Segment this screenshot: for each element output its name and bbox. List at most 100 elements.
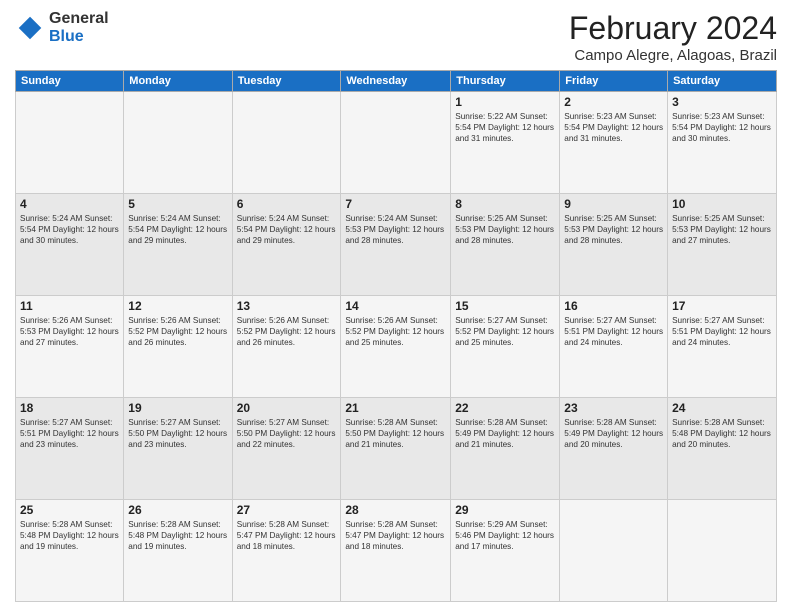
header: General Blue February 2024 Campo Alegre,… — [15, 10, 777, 64]
day-info: Sunrise: 5:28 AM Sunset: 5:47 PM Dayligh… — [237, 519, 337, 552]
day-number: 10 — [672, 197, 772, 211]
day-info: Sunrise: 5:28 AM Sunset: 5:48 PM Dayligh… — [20, 519, 119, 552]
calendar-cell: 28Sunrise: 5:28 AM Sunset: 5:47 PM Dayli… — [341, 500, 451, 602]
calendar-cell — [124, 92, 232, 194]
day-number: 22 — [455, 401, 555, 415]
logo: General Blue — [15, 10, 109, 46]
day-info: Sunrise: 5:27 AM Sunset: 5:50 PM Dayligh… — [237, 417, 337, 450]
day-info: Sunrise: 5:24 AM Sunset: 5:54 PM Dayligh… — [237, 213, 337, 246]
calendar-cell: 14 Sunrise: 5:26 AM Sunset: 5:52 PM Dayli… — [341, 296, 451, 398]
logo-blue-text: Blue — [49, 28, 84, 45]
calendar-cell: 7 Sunrise: 5:24 AM Sunset: 5:53 PM Daylig… — [341, 194, 451, 296]
day-info: Sunrise: 5:25 AM Sunset: 5:53 PM Dayligh… — [455, 213, 555, 246]
calendar-cell: 9 Sunrise: 5:25 AM Sunset: 5:53 PM Daylig… — [560, 194, 668, 296]
calendar-cell: 10Sunrise: 5:25 AM Sunset: 5:53 PM Dayli… — [668, 194, 777, 296]
day-number: 18 — [20, 401, 119, 415]
calendar-table: SundayMondayTuesdayWednesdayThursdayFrid… — [15, 70, 777, 602]
day-number: 17 — [672, 299, 772, 313]
calendar-cell: 21 Sunrise: 5:28 AM Sunset: 5:50 PM Dayli… — [341, 398, 451, 500]
weekday-header: Sunday — [16, 71, 124, 92]
calendar-cell: 6 Sunrise: 5:24 AM Sunset: 5:54 PM Daylig… — [232, 194, 341, 296]
day-info: Sunrise: 5:26 AM Sunset: 5:52 PM Dayligh… — [237, 315, 337, 348]
calendar-cell: 2 Sunrise: 5:23 AM Sunset: 5:54 PM Daylig… — [560, 92, 668, 194]
calendar-cell: 25 Sunrise: 5:28 AM Sunset: 5:48 PM Dayli… — [16, 500, 124, 602]
weekday-header: Saturday — [668, 71, 777, 92]
day-number: 15 — [455, 299, 555, 313]
weekday-header: Wednesday — [341, 71, 451, 92]
calendar-cell: 4 Sunrise: 5:24 AM Sunset: 5:54 PM Daylig… — [16, 194, 124, 296]
calendar-cell: 12 Sunrise: 5:26 AM Sunset: 5:52 PM Dayli… — [124, 296, 232, 398]
calendar-cell: 20 Sunrise: 5:27 AM Sunset: 5:50 PM Dayli… — [232, 398, 341, 500]
day-info: Sunrise: 5:27 AM Sunset: 5:51 PM Dayligh… — [672, 315, 772, 348]
calendar-cell: 27 Sunrise: 5:28 AM Sunset: 5:47 PM Dayli… — [232, 500, 341, 602]
weekday-header: Monday — [124, 71, 232, 92]
calendar-cell: 17 Sunrise: 5:27 AM Sunset: 5:51 PM Dayli… — [668, 296, 777, 398]
weekday-header: Thursday — [451, 71, 560, 92]
day-number: 1 — [455, 95, 555, 109]
calendar-cell — [668, 500, 777, 602]
calendar-cell: 19 Sunrise: 5:27 AM Sunset: 5:50 PM Dayli… — [124, 398, 232, 500]
logo-general-text: General — [49, 10, 109, 27]
day-number: 13 — [237, 299, 337, 313]
day-info: Sunrise: 5:24 AM Sunset: 5:54 PM Dayligh… — [20, 213, 119, 246]
day-number: 5 — [128, 197, 227, 211]
day-info: Sunrise: 5:26 AM Sunset: 5:52 PM Dayligh… — [345, 315, 446, 348]
day-info: Sunrise: 5:24 AM Sunset: 5:53 PM Dayligh… — [345, 213, 446, 246]
calendar-cell: 15 Sunrise: 5:27 AM Sunset: 5:52 PM Dayli… — [451, 296, 560, 398]
day-info: Sunrise: 5:27 AM Sunset: 5:52 PM Dayligh… — [455, 315, 555, 348]
day-number: 21 — [345, 401, 446, 415]
location: Campo Alegre, Alagoas, Brazil — [569, 47, 777, 64]
day-info: Sunrise: 5:27 AM Sunset: 5:51 PM Dayligh… — [20, 417, 119, 450]
calendar-cell: 26 Sunrise: 5:28 AM Sunset: 5:48 PM Dayli… — [124, 500, 232, 602]
title-block: February 2024 Campo Alegre, Alagoas, Bra… — [569, 10, 777, 64]
day-info: Sunrise: 5:26 AM Sunset: 5:53 PM Dayligh… — [20, 315, 119, 348]
day-info: Sunrise: 5:23 AM Sunset: 5:54 PM Dayligh… — [672, 111, 772, 144]
day-info: Sunrise: 5:28 AM Sunset: 5:50 PM Dayligh… — [345, 417, 446, 450]
calendar-cell: 22 Sunrise: 5:28 AM Sunset: 5:49 PM Dayli… — [451, 398, 560, 500]
day-info: Sunrise: 5:23 AM Sunset: 5:54 PM Dayligh… — [564, 111, 663, 144]
day-info: Sunrise: 5:26 AM Sunset: 5:52 PM Dayligh… — [128, 315, 227, 348]
day-info: Sunrise: 5:27 AM Sunset: 5:51 PM Dayligh… — [564, 315, 663, 348]
day-info: Sunrise: 5:28 AM Sunset: 5:48 PM Dayligh… — [128, 519, 227, 552]
calendar-cell — [560, 500, 668, 602]
day-number: 4 — [20, 197, 119, 211]
day-number: 14 — [345, 299, 446, 313]
day-number: 2 — [564, 95, 663, 109]
day-info: Sunrise: 5:27 AM Sunset: 5:50 PM Dayligh… — [128, 417, 227, 450]
day-number: 19 — [128, 401, 227, 415]
calendar-cell: 3 Sunrise: 5:23 AM Sunset: 5:54 PM Daylig… — [668, 92, 777, 194]
day-number: 25 — [20, 503, 119, 517]
day-info: Sunrise: 5:22 AM Sunset: 5:54 PM Dayligh… — [455, 111, 555, 144]
day-number: 7 — [345, 197, 446, 211]
day-info: Sunrise: 5:24 AM Sunset: 5:54 PM Dayligh… — [128, 213, 227, 246]
day-number: 20 — [237, 401, 337, 415]
calendar-cell: 8 Sunrise: 5:25 AM Sunset: 5:53 PM Daylig… — [451, 194, 560, 296]
calendar-cell — [16, 92, 124, 194]
day-number: 26 — [128, 503, 227, 517]
calendar-cell: 5 Sunrise: 5:24 AM Sunset: 5:54 PM Daylig… — [124, 194, 232, 296]
day-number: 28 — [345, 503, 446, 517]
weekday-header: Friday — [560, 71, 668, 92]
day-info: Sunrise: 5:28 AM Sunset: 5:49 PM Dayligh… — [564, 417, 663, 450]
calendar-cell: 24Sunrise: 5:28 AM Sunset: 5:48 PM Dayli… — [668, 398, 777, 500]
day-number: 6 — [237, 197, 337, 211]
calendar-cell: 13 Sunrise: 5:26 AM Sunset: 5:52 PM Dayli… — [232, 296, 341, 398]
day-number: 3 — [672, 95, 772, 109]
weekday-header: Tuesday — [232, 71, 341, 92]
calendar-cell — [341, 92, 451, 194]
calendar-cell: 1 Sunrise: 5:22 AM Sunset: 5:54 PM Daylig… — [451, 92, 560, 194]
page: General Blue February 2024 Campo Alegre,… — [0, 0, 792, 612]
day-number: 27 — [237, 503, 337, 517]
day-number: 12 — [128, 299, 227, 313]
day-number: 9 — [564, 197, 663, 211]
day-info: Sunrise: 5:25 AM Sunset: 5:53 PM Dayligh… — [564, 213, 663, 246]
day-info: Sunrise: 5:28 AM Sunset: 5:48 PM Dayligh… — [672, 417, 772, 450]
calendar-cell: 11Sunrise: 5:26 AM Sunset: 5:53 PM Dayli… — [16, 296, 124, 398]
calendar-cell: 23Sunrise: 5:28 AM Sunset: 5:49 PM Dayli… — [560, 398, 668, 500]
calendar-cell — [232, 92, 341, 194]
day-number: 29 — [455, 503, 555, 517]
day-number: 8 — [455, 197, 555, 211]
day-info: Sunrise: 5:28 AM Sunset: 5:49 PM Dayligh… — [455, 417, 555, 450]
day-number: 16 — [564, 299, 663, 313]
calendar-cell: 29Sunrise: 5:29 AM Sunset: 5:46 PM Dayli… — [451, 500, 560, 602]
